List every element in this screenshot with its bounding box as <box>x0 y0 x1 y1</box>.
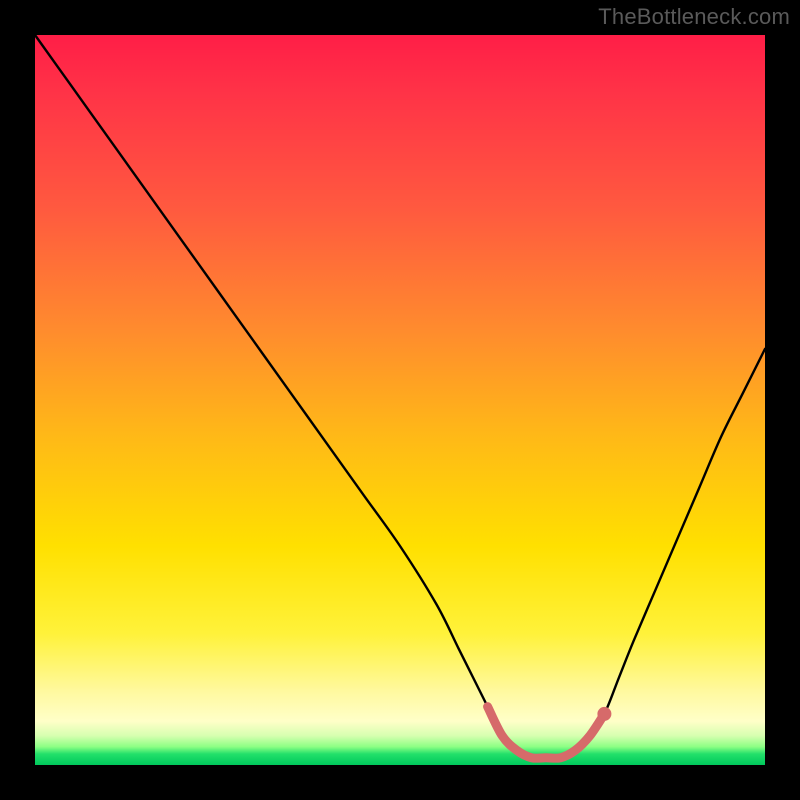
curve-layer <box>35 35 765 765</box>
optimal-endpoint-dot <box>597 707 611 721</box>
watermark-text: TheBottleneck.com <box>598 4 790 30</box>
plot-area <box>35 35 765 765</box>
bottleneck-curve <box>35 35 765 758</box>
optimal-range-marker <box>488 707 605 759</box>
chart-frame: TheBottleneck.com <box>0 0 800 800</box>
